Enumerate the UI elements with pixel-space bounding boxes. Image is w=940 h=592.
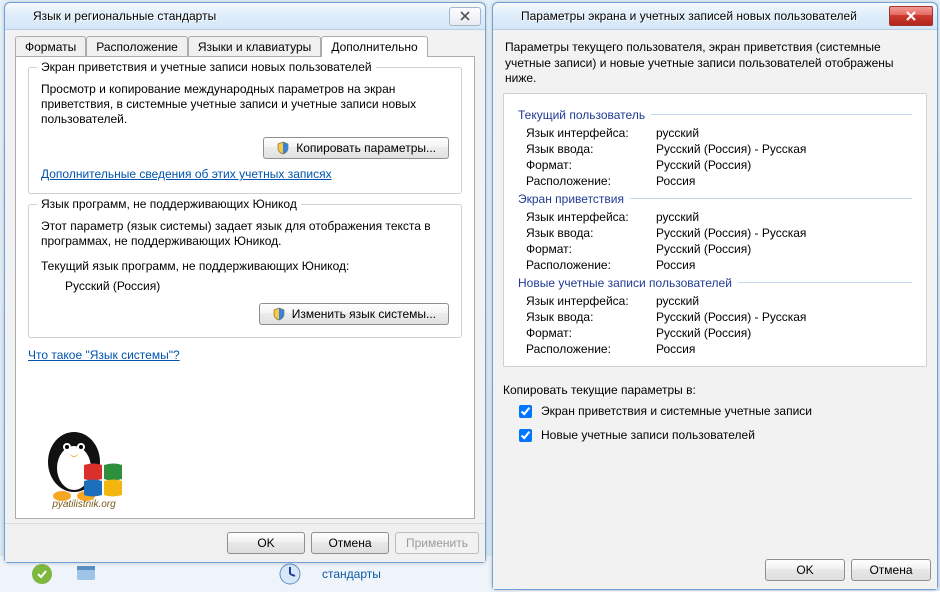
titlebar-region[interactable]: Язык и региональные стандарты [5, 3, 485, 30]
label-format: Формат: [526, 158, 656, 172]
welcome-title: Параметры экрана и учетных записей новых… [521, 9, 883, 23]
value-ui-lang-2: русский [656, 294, 912, 308]
ok-button[interactable]: OK [227, 532, 305, 554]
cb-welcome-screen[interactable] [519, 405, 532, 418]
cb-welcome-screen-row[interactable]: Экран приветствия и системные учетные за… [515, 402, 927, 421]
current-locale-label: Текущий язык программ, не поддерживающих… [41, 259, 449, 273]
cb-new-users-label: Новые учетные записи пользователей [541, 428, 755, 442]
uac-shield-icon [276, 141, 290, 155]
close-button[interactable] [449, 7, 481, 26]
group-nonunicode: Язык программ, не поддерживающих Юникод … [28, 204, 462, 338]
cb-new-users-row[interactable]: Новые учетные записи пользователей [515, 426, 927, 445]
close-button-red[interactable] [889, 6, 933, 26]
region-title-icon [11, 8, 27, 24]
value-location-0: Россия [656, 174, 912, 188]
tab-formats[interactable]: Форматы [15, 36, 86, 57]
nonunicode-desc: Этот параметр (язык системы) задает язык… [41, 219, 449, 249]
cb-new-users[interactable] [519, 429, 532, 442]
value-format-0: Русский (Россия) [656, 158, 912, 172]
welcome-desc: Просмотр и копирование международных пар… [41, 82, 449, 127]
region-language-window: Язык и региональные стандарты Форматы Ра… [4, 2, 486, 563]
value-ui-lang-1: русский [656, 210, 912, 224]
desktop: { "window1": { "title": "Язык и регионал… [0, 0, 940, 591]
copy-settings-label: Копировать параметры... [296, 141, 436, 155]
tab-body-administrative: Экран приветствия и учетные записи новых… [15, 56, 475, 519]
tabs: Форматы Расположение Языки и клавиатуры … [15, 36, 475, 57]
watermark-logo: pyatilistnik.org [34, 420, 134, 510]
section-welcome-screen-label: Экран приветствия [518, 192, 624, 206]
value-input-lang-0: Русский (Россия) - Русская [656, 142, 912, 156]
value-format-2: Русский (Россия) [656, 326, 912, 340]
cancel-button[interactable]: Отмена [311, 532, 389, 554]
value-location-1: Россия [656, 258, 912, 272]
section-new-users-label: Новые учетные записи пользователей [518, 276, 732, 290]
label-ui-lang: Язык интерфейса: [526, 126, 656, 140]
change-system-locale-button[interactable]: Изменить язык системы... [259, 303, 449, 325]
what-is-system-locale-link[interactable]: Что такое "Язык системы"? [28, 348, 180, 362]
uac-shield-icon-2 [272, 307, 286, 321]
titlebar-welcome[interactable]: Параметры экрана и учетных записей новых… [493, 3, 937, 30]
label-input-lang: Язык ввода: [526, 142, 656, 156]
value-location-2: Россия [656, 342, 912, 356]
accounts-info-link[interactable]: Дополнительные сведения об этих учетных … [41, 167, 332, 181]
group-legend-welcome: Экран приветствия и учетные записи новых… [37, 60, 376, 74]
copy-to-section: Копировать текущие параметры в: Экран пр… [503, 383, 927, 450]
region-title: Язык и региональные стандарты [33, 9, 443, 23]
welcome-settings-window: Параметры экрана и учетных записей новых… [492, 2, 938, 590]
label-location: Расположение: [526, 174, 656, 188]
ok-button-2[interactable]: OK [765, 559, 845, 581]
value-format-1: Русский (Россия) [656, 242, 912, 256]
change-locale-label: Изменить язык системы... [292, 307, 436, 321]
tab-administrative[interactable]: Дополнительно [321, 36, 427, 57]
current-locale-value: Русский (Россия) [65, 279, 449, 293]
bg-icon-3 [278, 562, 302, 586]
tab-keyboards[interactable]: Языки и клавиатуры [188, 36, 321, 57]
copy-to-label: Копировать текущие параметры в: [503, 383, 927, 397]
tab-location[interactable]: Расположение [86, 36, 188, 57]
accounts-panel: Текущий пользователь Язык интерфейса:рус… [503, 93, 927, 367]
welcome-dialog-buttons: OK Отмена [493, 551, 937, 589]
intro-text: Параметры текущего пользователя, экран п… [505, 40, 925, 87]
section-current-user-label: Текущий пользователь [518, 108, 645, 122]
group-welcome-screen: Экран приветствия и учетные записи новых… [28, 67, 462, 194]
welcome-title-icon [499, 8, 515, 24]
bg-icon-1 [30, 562, 54, 586]
value-input-lang-1: Русский (Россия) - Русская [656, 226, 912, 240]
section-new-users: Новые учетные записи пользователей [518, 276, 912, 290]
copy-settings-button[interactable]: Копировать параметры... [263, 137, 449, 159]
bg-icon-2 [74, 562, 98, 586]
value-ui-lang-0: русский [656, 126, 912, 140]
bg-label: стандарты [322, 567, 381, 581]
cb-welcome-label: Экран приветствия и системные учетные за… [541, 404, 812, 418]
cancel-button-2[interactable]: Отмена [851, 559, 931, 581]
section-welcome-screen: Экран приветствия [518, 192, 912, 206]
region-dialog-buttons: OK Отмена Применить [5, 523, 485, 562]
apply-button: Применить [395, 532, 479, 554]
group-legend-nonunicode: Язык программ, не поддерживающих Юникод [37, 197, 301, 211]
value-input-lang-2: Русский (Россия) - Русская [656, 310, 912, 324]
section-current-user: Текущий пользователь [518, 108, 912, 122]
